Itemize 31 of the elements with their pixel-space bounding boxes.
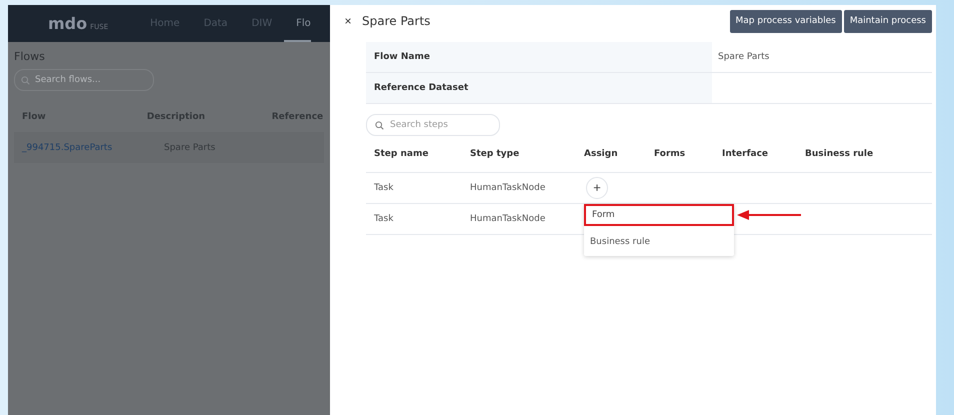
column-header: Business rule: [804, 149, 874, 159]
search-icon: [375, 120, 384, 130]
search-field[interactable]: Search steps: [366, 114, 500, 136]
drawer-title: Spare Parts: [362, 14, 430, 28]
column-header: Step type: [469, 149, 520, 159]
detail-value: Spare Parts: [717, 51, 770, 64]
table-cell-text: HumanTaskNode: [469, 214, 546, 224]
column-header: Flow: [21, 112, 47, 122]
column-header: Forms: [653, 149, 686, 159]
table-cell-text: Task: [373, 214, 394, 224]
arrow-icon: [737, 210, 801, 220]
column-header: Interface: [721, 149, 770, 159]
search-field[interactable]: Search flows...: [14, 69, 154, 91]
menu-item[interactable]: Business rule: [584, 230, 734, 254]
detail-label: Reference Dataset: [366, 73, 712, 103]
search-icon: [21, 76, 30, 84]
menu-item[interactable]: Form: [584, 204, 734, 226]
add-button[interactable]: +: [586, 177, 608, 199]
action-button[interactable]: Map process variables: [730, 10, 842, 32]
table-cell-text: HumanTaskNode: [469, 183, 546, 193]
column-header: Step name: [373, 149, 430, 159]
logo-text: mdo: [48, 14, 88, 33]
column-header: Reference: [270, 112, 324, 122]
column-header: Description: [146, 112, 206, 122]
table-cell-text: Task: [373, 183, 394, 193]
close-button[interactable]: ×: [334, 14, 362, 28]
column-header: Assign: [583, 149, 619, 159]
action-button[interactable]: Maintain process: [844, 10, 932, 32]
page-title: Flows: [14, 50, 46, 63]
detail-label: Flow Name: [366, 42, 712, 72]
nav-tab[interactable]: Flo: [284, 5, 311, 42]
